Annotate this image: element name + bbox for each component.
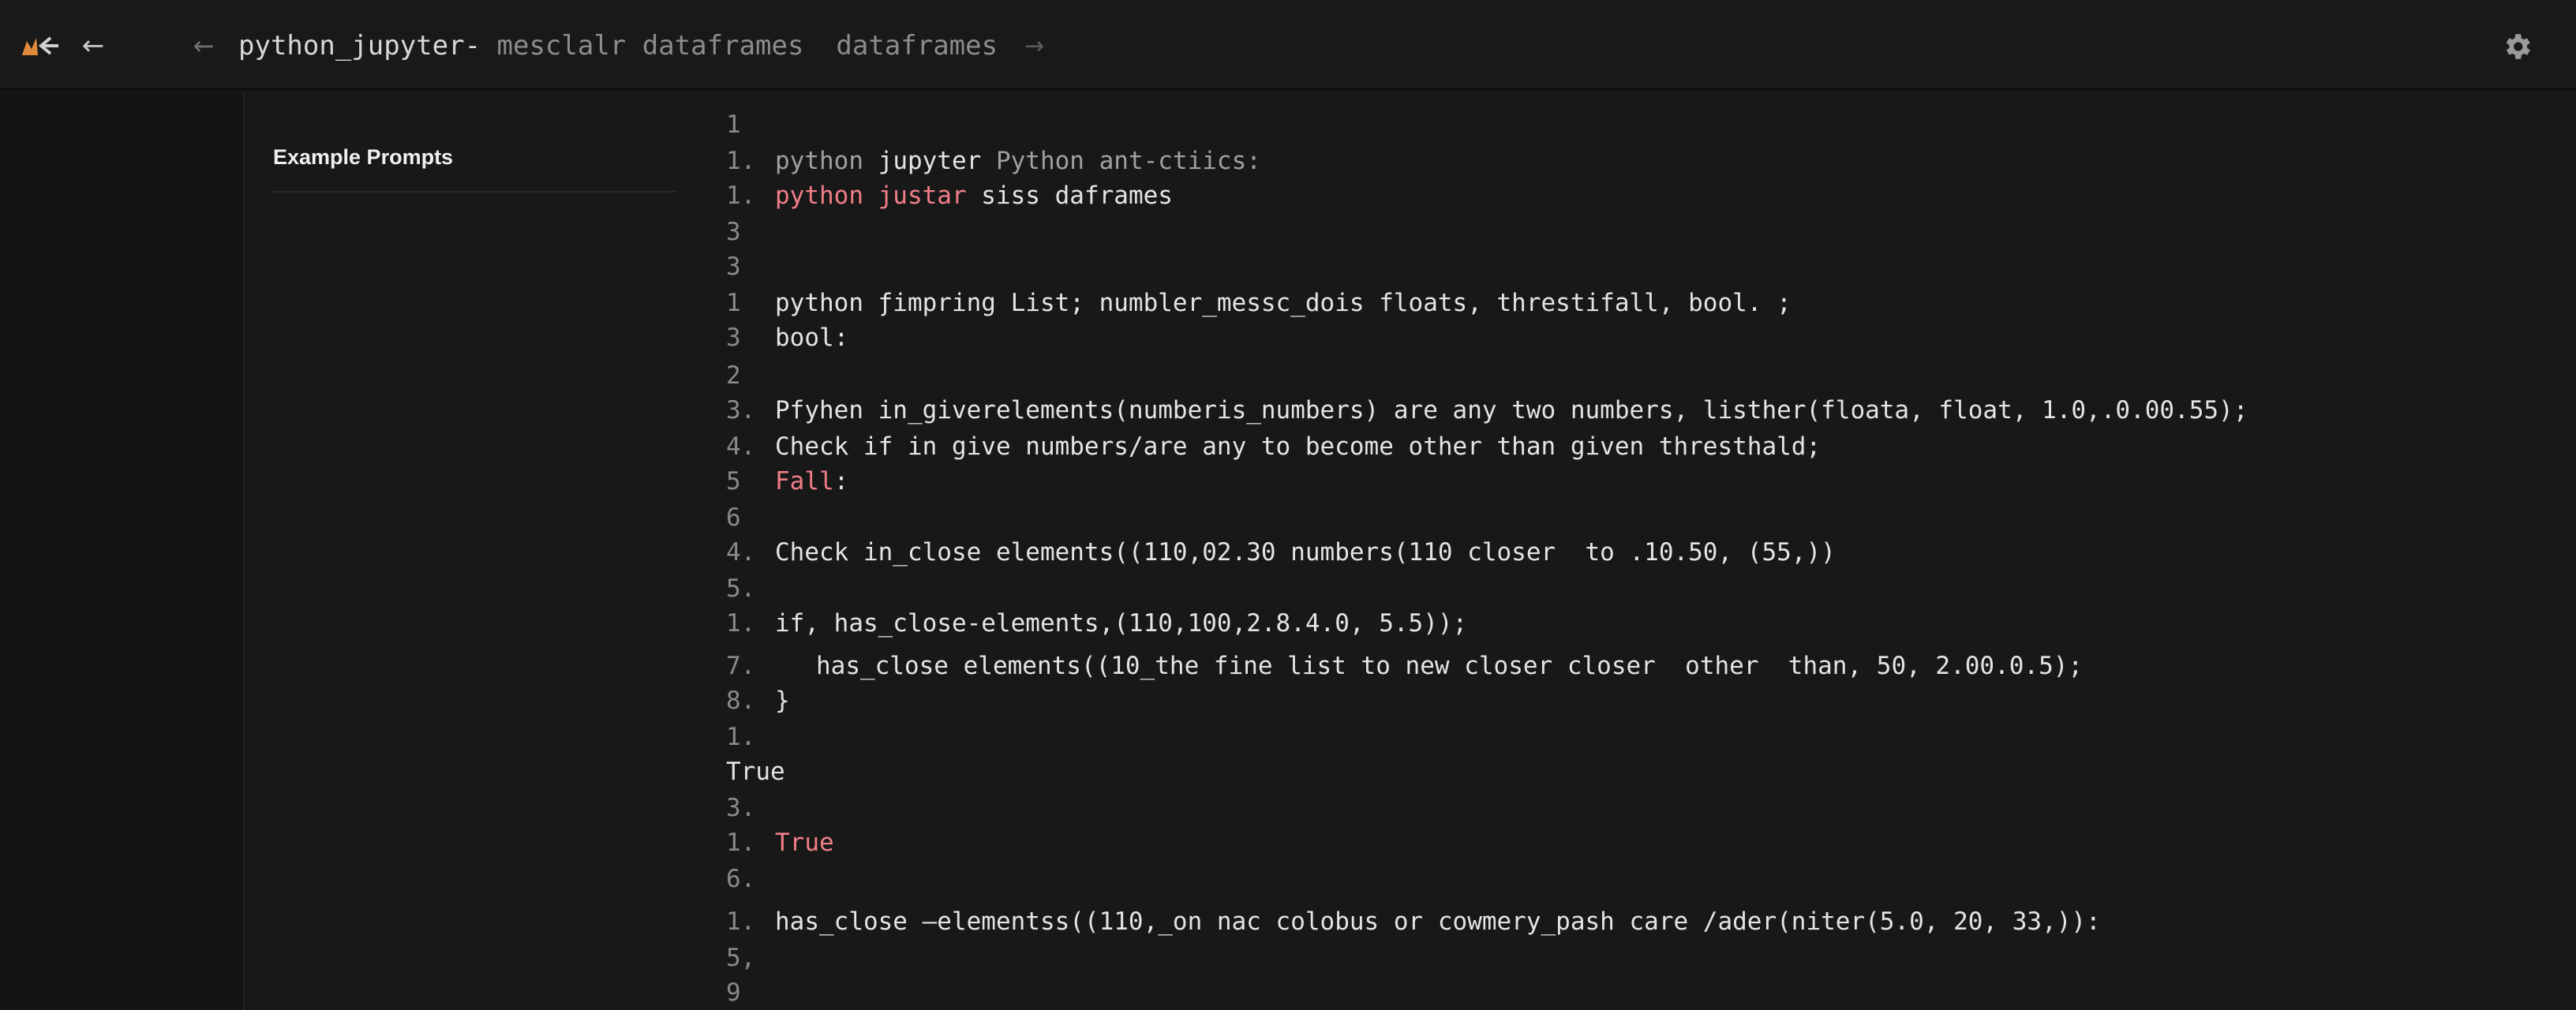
code-token: } bbox=[775, 686, 790, 715]
code-text: Fall: bbox=[775, 464, 848, 499]
line-number: 3. bbox=[726, 396, 756, 425]
code-token: jupyter bbox=[878, 147, 982, 175]
code-text: python ƒimpring List; numbler_messc_dois… bbox=[775, 286, 1792, 320]
line-number: 5. bbox=[726, 574, 756, 603]
code-token: Python ant-ctiics: bbox=[981, 147, 1261, 175]
line-number: 3 bbox=[726, 252, 741, 281]
breadcrumb-forward-icon[interactable]: → bbox=[1024, 32, 1044, 60]
line-number: 3 bbox=[726, 324, 741, 352]
breadcrumb-back-icon[interactable]: ← bbox=[186, 28, 221, 63]
line-number: 5, bbox=[726, 944, 756, 972]
code-text: Pfyhen in_giverelements(numberis_numbers… bbox=[775, 393, 2248, 428]
line-number: 1 bbox=[726, 110, 741, 139]
line-number: 3. bbox=[726, 794, 756, 822]
code-token-keyword: Fall bbox=[775, 467, 834, 496]
sidebar-divider bbox=[273, 191, 676, 193]
code-token-keyword: True bbox=[775, 829, 834, 857]
line-number: 6. bbox=[726, 865, 756, 893]
line-number: 3 bbox=[726, 218, 741, 246]
breadcrumb: python_jupyter- mesclalr dataframes data… bbox=[238, 27, 1044, 65]
sidebar: Example Prompts bbox=[246, 92, 688, 1010]
line-number: 1. bbox=[726, 147, 756, 175]
code-text: has_close –elementss((110,_on nac colobu… bbox=[775, 904, 2101, 939]
code-text: has_close elements((10_the fine list to … bbox=[816, 649, 2083, 683]
code-token: : bbox=[833, 467, 849, 496]
line-number: 1. bbox=[726, 723, 756, 751]
line-number: 1 bbox=[726, 289, 741, 317]
line-number: 7. bbox=[726, 652, 756, 680]
line-number: 5 bbox=[726, 467, 741, 496]
code-text: python justar siss daframes bbox=[775, 178, 1173, 213]
gear-icon[interactable] bbox=[2500, 30, 2533, 63]
line-number: 1. bbox=[726, 181, 756, 210]
code-token: True bbox=[726, 758, 785, 786]
code-token: bool: bbox=[775, 324, 849, 352]
line-number: 4. bbox=[726, 538, 756, 567]
back-arrow-icon[interactable]: ← bbox=[76, 28, 110, 63]
code-token: Check if in give numbers/are any to beco… bbox=[775, 432, 1822, 461]
line-number: 4. bbox=[726, 432, 756, 461]
code-text: bool: bbox=[775, 320, 848, 355]
code-token: has_close –elementss((110,_on nac colobu… bbox=[775, 907, 2101, 936]
code-token: python ƒimpring List; numbler_messc_dois… bbox=[775, 289, 1792, 317]
code-text: Check in_close elements((110,02.30 numbe… bbox=[775, 535, 1836, 570]
breadcrumb-sub[interactable]: mesclalr dataframes dataframes bbox=[481, 30, 998, 62]
code-token: Pfyhen in_giverelements(numberis_numbers… bbox=[775, 396, 2248, 425]
code-text: if, has_close-elements,(110,100,2.8.4.0,… bbox=[775, 606, 1467, 641]
line-number: 1. bbox=[726, 609, 756, 638]
line-number: 6 bbox=[726, 503, 741, 532]
code-token: siss daframes bbox=[966, 181, 1173, 210]
code-editor[interactable]: 1 1. python jupyter Python ant-ctiics: 1. py… bbox=[688, 92, 2576, 1010]
sidebar-title: Example Prompts bbox=[273, 145, 454, 169]
line-number: 1. bbox=[726, 829, 756, 857]
line-number: 9 bbox=[726, 978, 741, 1007]
code-token: python bbox=[775, 147, 878, 175]
top-bar: ← ← python_jupyter- mesclalr dataframes … bbox=[0, 0, 2576, 90]
breadcrumb-main[interactable]: python_jupyter- bbox=[238, 30, 481, 62]
code-token: has_close elements((10_the fine list to … bbox=[816, 652, 2084, 680]
code-text: Check if in give numbers/are any to beco… bbox=[775, 429, 1821, 464]
left-rail bbox=[0, 92, 245, 1010]
code-token: if, has_close-elements,(110,100,2.8.4.0,… bbox=[775, 609, 1468, 638]
line-number: 8. bbox=[726, 686, 756, 715]
line-number: 1. bbox=[726, 907, 756, 936]
code-text: True bbox=[726, 754, 785, 789]
app-logo-icon[interactable] bbox=[19, 30, 62, 62]
line-number: 2 bbox=[726, 361, 741, 390]
code-text: } bbox=[775, 683, 790, 718]
code-token: Check in_close elements((110,02.30 numbe… bbox=[775, 538, 1836, 567]
code-text: python jupyter Python ant-ctiics: bbox=[775, 144, 1261, 178]
code-text: True bbox=[775, 825, 834, 860]
code-token-keyword: python justar bbox=[775, 181, 967, 210]
